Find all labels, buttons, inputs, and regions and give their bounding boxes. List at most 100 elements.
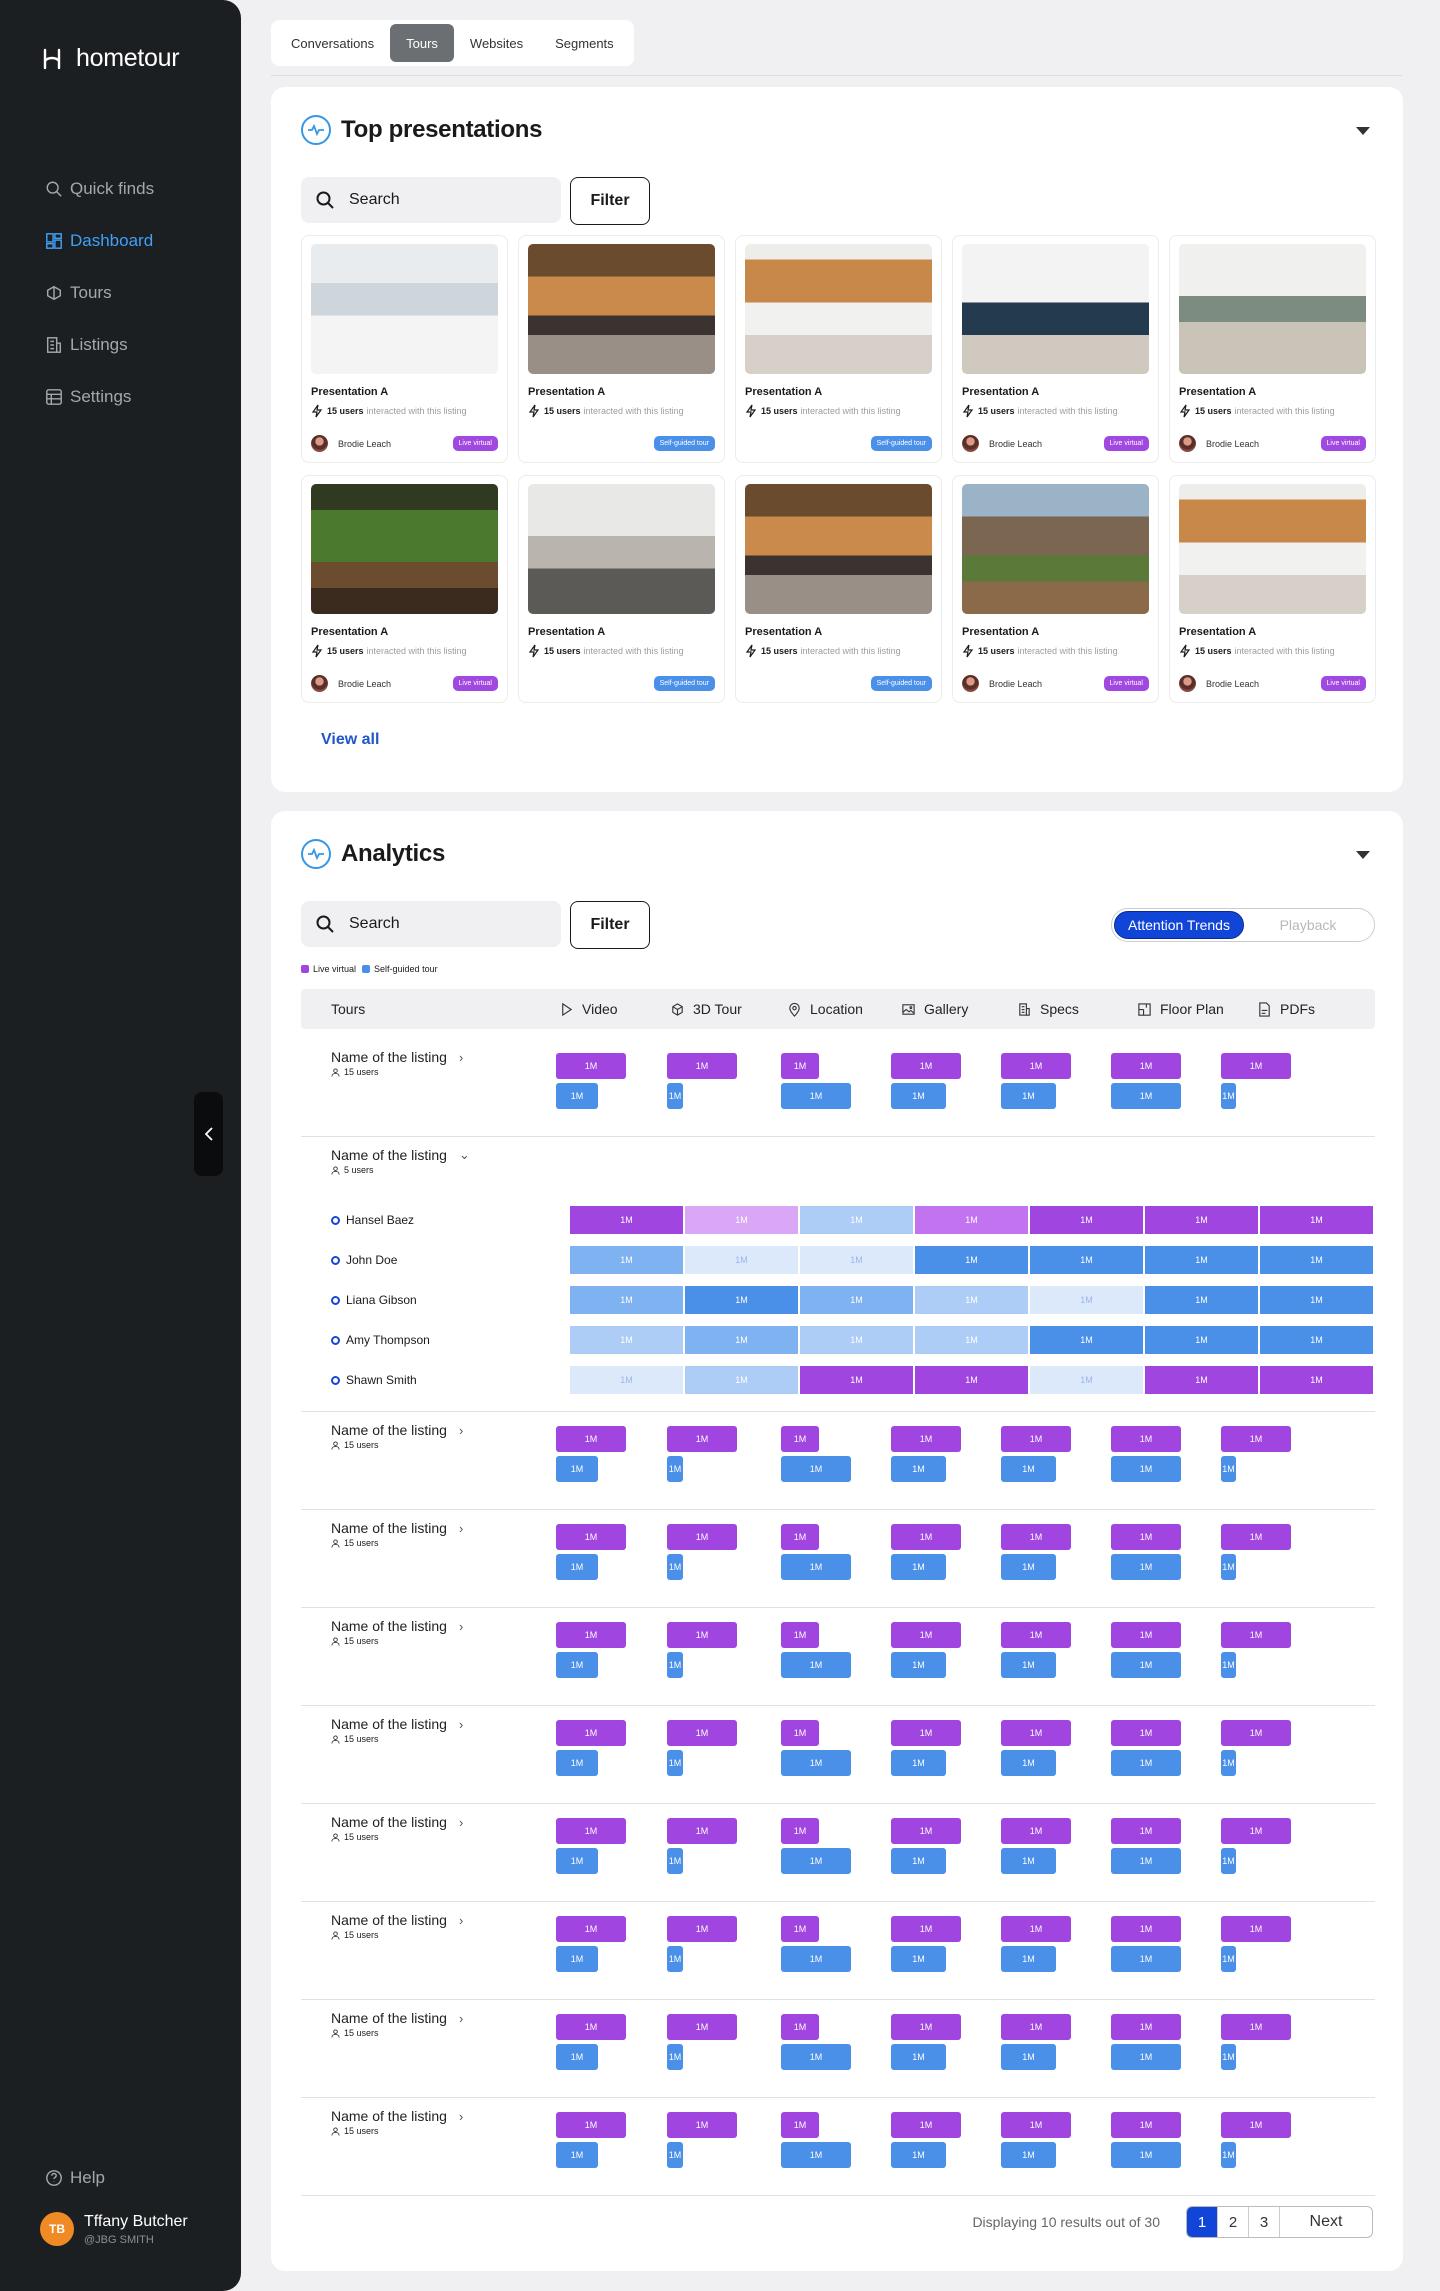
attention-cell[interactable]: 1M — [685, 1366, 798, 1394]
visitor-row[interactable]: Hansel Baez — [331, 1213, 414, 1227]
collapse-toggle[interactable] — [1356, 851, 1370, 859]
attention-cell[interactable]: 1M — [685, 1326, 798, 1354]
self-guided-bar[interactable]: 1M — [1001, 2044, 1056, 2070]
presentation-card[interactable]: Presentation A 15 users interacted with th… — [952, 475, 1159, 703]
next-page-button[interactable]: Next — [1280, 2207, 1372, 2237]
attention-cell[interactable]: 1M — [800, 1366, 913, 1394]
live-virtual-bar[interactable]: 1M — [1001, 1053, 1071, 1079]
column-header-specs[interactable]: Specs — [1017, 989, 1079, 1029]
self-guided-bar[interactable]: 1M — [891, 1652, 946, 1678]
attention-cell[interactable]: 1M — [570, 1246, 683, 1274]
attention-cell[interactable]: 1M — [915, 1246, 1028, 1274]
self-guided-bar[interactable]: 1M — [667, 1750, 683, 1776]
live-virtual-bar[interactable]: 1M — [556, 2014, 626, 2040]
attention-cell[interactable]: 1M — [800, 1246, 913, 1274]
self-guided-bar[interactable]: 1M — [891, 1554, 946, 1580]
live-virtual-bar[interactable]: 1M — [667, 1426, 737, 1452]
live-virtual-bar[interactable]: 1M — [556, 1053, 626, 1079]
live-virtual-bar[interactable]: 1M — [891, 1720, 961, 1746]
self-guided-bar[interactable]: 1M — [556, 1554, 598, 1580]
self-guided-bar[interactable]: 1M — [1221, 1848, 1236, 1874]
attention-cell[interactable]: 1M — [1260, 1286, 1373, 1314]
self-guided-bar[interactable]: 1M — [1001, 1848, 1056, 1874]
live-virtual-bar[interactable]: 1M — [556, 1524, 626, 1550]
self-guided-bar[interactable]: 1M — [1221, 1554, 1236, 1580]
chevron-right-icon[interactable]: › — [459, 1619, 463, 1634]
presentation-card[interactable]: Presentation A 15 users interacted with th… — [1169, 235, 1376, 463]
presentation-card[interactable]: Presentation A 15 users interacted with th… — [1169, 475, 1376, 703]
live-virtual-bar[interactable]: 1M — [556, 1916, 626, 1942]
self-guided-bar[interactable]: 1M — [781, 1652, 851, 1678]
self-guided-bar[interactable]: 1M — [667, 1554, 683, 1580]
live-virtual-bar[interactable]: 1M — [1111, 1720, 1181, 1746]
attention-cell[interactable]: 1M — [1145, 1206, 1258, 1234]
listing-name[interactable]: Name of the listing › — [331, 1912, 463, 1928]
self-guided-bar[interactable]: 1M — [667, 2044, 683, 2070]
self-guided-bar[interactable]: 1M — [1221, 1946, 1236, 1972]
column-header-floor-plan[interactable]: Floor Plan — [1137, 989, 1224, 1029]
chevron-right-icon[interactable]: › — [459, 1815, 463, 1830]
attention-cell[interactable]: 1M — [1030, 1246, 1143, 1274]
self-guided-bar[interactable]: 1M — [667, 1848, 683, 1874]
presentation-card[interactable]: Presentation A 15 users interacted with th… — [301, 475, 508, 703]
live-virtual-bar[interactable]: 1M — [781, 1524, 819, 1550]
collapse-toggle[interactable] — [1356, 127, 1370, 135]
attention-cell[interactable]: 1M — [800, 1286, 913, 1314]
self-guided-bar[interactable]: 1M — [556, 1083, 598, 1109]
self-guided-bar[interactable]: 1M — [667, 2142, 683, 2168]
self-guided-bar[interactable]: 1M — [556, 1750, 598, 1776]
live-virtual-bar[interactable]: 1M — [667, 2112, 737, 2138]
self-guided-bar[interactable]: 1M — [1221, 1750, 1236, 1776]
attention-cell[interactable]: 1M — [1260, 1326, 1373, 1354]
self-guided-bar[interactable]: 1M — [891, 2142, 946, 2168]
listing-name[interactable]: Name of the listing › — [331, 2010, 463, 2026]
live-virtual-bar[interactable]: 1M — [667, 1524, 737, 1550]
self-guided-bar[interactable]: 1M — [1001, 1750, 1056, 1776]
self-guided-bar[interactable]: 1M — [781, 2142, 851, 2168]
live-virtual-bar[interactable]: 1M — [667, 2014, 737, 2040]
live-virtual-bar[interactable]: 1M — [1001, 1916, 1071, 1942]
attention-cell[interactable]: 1M — [915, 1326, 1028, 1354]
self-guided-bar[interactable]: 1M — [891, 1946, 946, 1972]
live-virtual-bar[interactable]: 1M — [667, 1916, 737, 1942]
live-virtual-bar[interactable]: 1M — [556, 1622, 626, 1648]
chevron-right-icon[interactable]: › — [459, 1913, 463, 1928]
self-guided-bar[interactable]: 1M — [1001, 1946, 1056, 1972]
attention-cell[interactable]: 1M — [915, 1206, 1028, 1234]
live-virtual-bar[interactable]: 1M — [891, 1916, 961, 1942]
live-virtual-bar[interactable]: 1M — [1001, 1622, 1071, 1648]
self-guided-bar[interactable]: 1M — [1001, 1456, 1056, 1482]
self-guided-bar[interactable]: 1M — [781, 1456, 851, 1482]
column-header-tours[interactable]: Tours — [331, 989, 365, 1029]
self-guided-bar[interactable]: 1M — [781, 1554, 851, 1580]
attention-cell[interactable]: 1M — [1145, 1246, 1258, 1274]
listing-name[interactable]: Name of the listing ⌄ — [331, 1147, 470, 1163]
self-guided-bar[interactable]: 1M — [1001, 1554, 1056, 1580]
live-virtual-bar[interactable]: 1M — [556, 1426, 626, 1452]
self-guided-bar[interactable]: 1M — [1001, 1083, 1056, 1109]
listing-name[interactable]: Name of the listing › — [331, 1422, 463, 1438]
column-header-pdfs[interactable]: PDFs — [1257, 989, 1315, 1029]
visitor-row[interactable]: Amy Thompson — [331, 1333, 430, 1347]
sidebar-item-tours[interactable]: Tours — [45, 267, 154, 319]
attention-cell[interactable]: 1M — [1030, 1326, 1143, 1354]
live-virtual-bar[interactable]: 1M — [1111, 1426, 1181, 1452]
help-link[interactable]: Help — [45, 2168, 105, 2188]
live-virtual-bar[interactable]: 1M — [781, 1720, 819, 1746]
filter-button[interactable]: Filter — [570, 901, 650, 949]
live-virtual-bar[interactable]: 1M — [556, 2112, 626, 2138]
tab-tours[interactable]: Tours — [390, 24, 454, 62]
self-guided-bar[interactable]: 1M — [781, 1848, 851, 1874]
filter-button[interactable]: Filter — [570, 177, 650, 225]
self-guided-bar[interactable]: 1M — [1221, 2142, 1236, 2168]
live-virtual-bar[interactable]: 1M — [891, 2112, 961, 2138]
attention-cell[interactable]: 1M — [1030, 1286, 1143, 1314]
self-guided-bar[interactable]: 1M — [891, 2044, 946, 2070]
self-guided-bar[interactable]: 1M — [891, 1456, 946, 1482]
self-guided-bar[interactable]: 1M — [1111, 2044, 1181, 2070]
live-virtual-bar[interactable]: 1M — [781, 1053, 819, 1079]
live-virtual-bar[interactable]: 1M — [667, 1053, 737, 1079]
live-virtual-bar[interactable]: 1M — [667, 1720, 737, 1746]
attention-cell[interactable]: 1M — [685, 1246, 798, 1274]
attention-cell[interactable]: 1M — [1145, 1366, 1258, 1394]
